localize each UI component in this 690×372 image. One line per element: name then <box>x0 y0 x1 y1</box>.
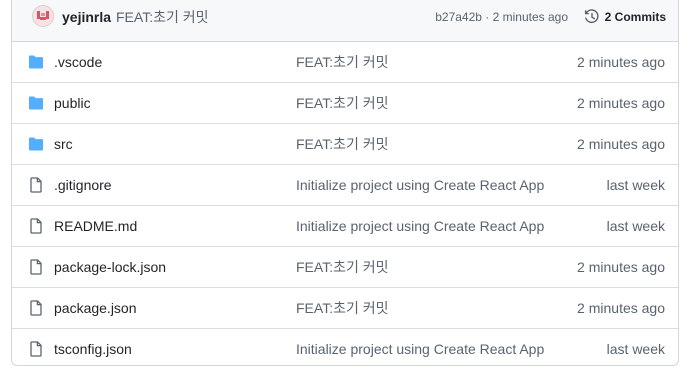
commits-count-label: 2 Commits <box>604 10 666 24</box>
file-name[interactable]: tsconfig.json <box>54 340 132 358</box>
file-icon <box>30 341 42 357</box>
file-name[interactable]: package-lock.json <box>54 258 166 276</box>
file-name[interactable]: .vscode <box>54 53 102 71</box>
file-browser-panel: yejinrla FEAT:초기 커밋 b27a42b · 2 minutes … <box>11 0 679 366</box>
avatar-identicon <box>37 11 49 20</box>
file-row[interactable]: public FEAT:초기 커밋 2 minutes ago <box>12 83 678 124</box>
folder-icon <box>29 55 43 69</box>
folder-icon <box>29 137 43 151</box>
file-list: .vscode FEAT:초기 커밋 2 minutes ago public … <box>12 42 678 365</box>
file-commit-message[interactable]: Initialize project using Create React Ap… <box>296 340 544 358</box>
file-commit-message[interactable]: FEAT:초기 커밋 <box>296 135 389 153</box>
file-row[interactable]: .vscode FEAT:초기 커밋 2 minutes ago <box>12 42 678 83</box>
file-icon <box>30 259 42 275</box>
file-row[interactable]: package-lock.json FEAT:초기 커밋 2 minutes a… <box>12 247 678 288</box>
file-row[interactable]: src FEAT:초기 커밋 2 minutes ago <box>12 124 678 165</box>
file-name[interactable]: src <box>54 135 73 153</box>
file-row[interactable]: package.json FEAT:초기 커밋 2 minutes ago <box>12 288 678 329</box>
file-commit-message[interactable]: FEAT:초기 커밋 <box>296 299 389 317</box>
file-commit-time: 2 minutes ago <box>577 54 665 70</box>
file-name[interactable]: public <box>54 94 91 112</box>
file-commit-message[interactable]: Initialize project using Create React Ap… <box>296 176 544 194</box>
commit-message[interactable]: FEAT:초기 커밋 <box>116 8 209 26</box>
file-row[interactable]: README.md Initialize project using Creat… <box>12 206 678 247</box>
latest-commit-bar: yejinrla FEAT:초기 커밋 b27a42b · 2 minutes … <box>12 0 678 42</box>
file-icon <box>30 300 42 316</box>
commit-author[interactable]: yejinrla <box>62 8 111 26</box>
folder-icon <box>29 96 43 110</box>
file-commit-time: 2 minutes ago <box>577 300 665 316</box>
file-commit-message[interactable]: FEAT:초기 커밋 <box>296 94 389 112</box>
file-commit-message[interactable]: FEAT:초기 커밋 <box>296 53 389 71</box>
file-commit-message[interactable]: Initialize project using Create React Ap… <box>296 217 544 235</box>
file-commit-time: 2 minutes ago <box>577 95 665 111</box>
file-commit-time: last week <box>606 341 665 357</box>
file-row[interactable]: tsconfig.json Initialize project using C… <box>12 329 678 365</box>
file-icon <box>30 177 42 193</box>
file-name[interactable]: package.json <box>54 299 137 317</box>
avatar[interactable] <box>32 5 54 27</box>
commit-hash-time[interactable]: b27a42b · 2 minutes ago <box>435 9 568 25</box>
history-icon <box>584 9 599 24</box>
file-commit-time: 2 minutes ago <box>577 136 665 152</box>
file-commit-time: last week <box>606 218 665 234</box>
commits-count-link[interactable]: 2 Commits <box>584 6 666 28</box>
file-name[interactable]: README.md <box>54 217 137 235</box>
file-commit-time: 2 minutes ago <box>577 259 665 275</box>
file-icon <box>30 218 42 234</box>
file-commit-message[interactable]: FEAT:초기 커밋 <box>296 258 389 276</box>
file-commit-time: last week <box>606 177 665 193</box>
file-name[interactable]: .gitignore <box>54 176 112 194</box>
file-row[interactable]: .gitignore Initialize project using Crea… <box>12 165 678 206</box>
